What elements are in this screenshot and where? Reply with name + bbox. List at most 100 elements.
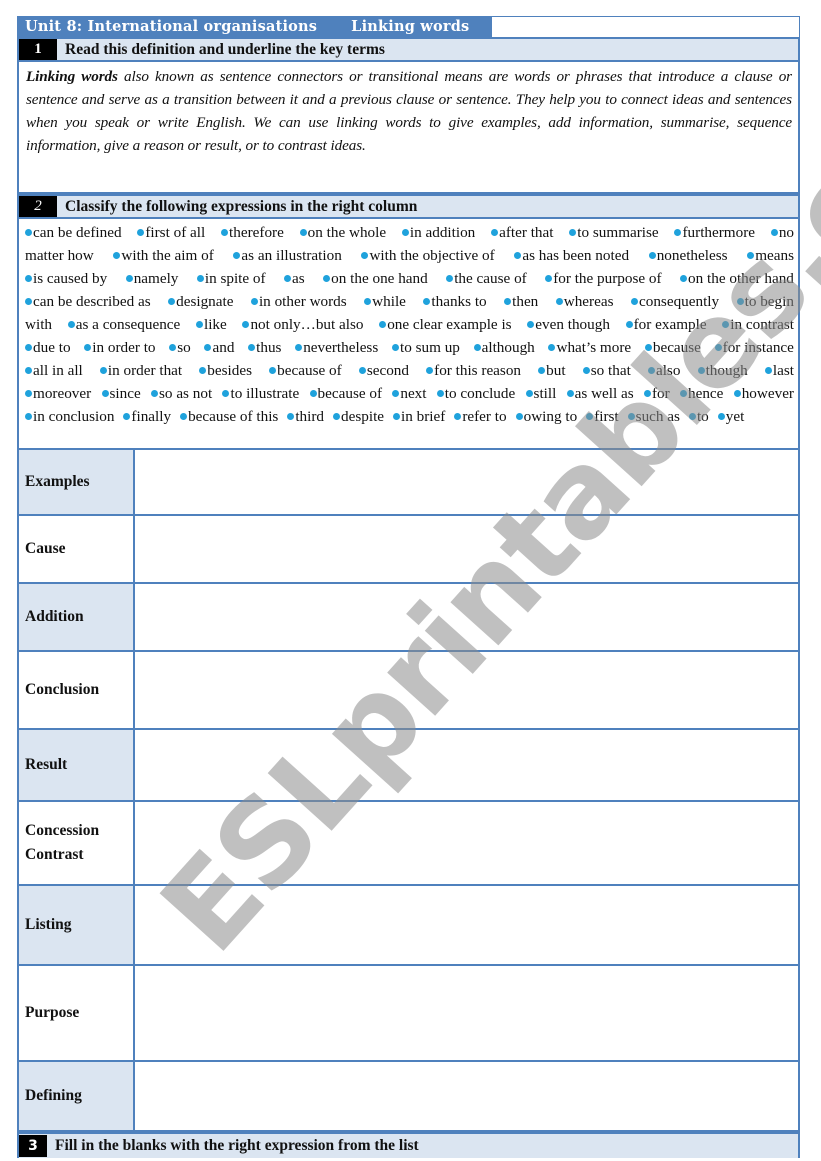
word-bank-text: to conclude <box>444 385 516 402</box>
bullet-icon <box>643 390 651 398</box>
bullet-icon <box>515 413 523 421</box>
word-bank-text: in contrast <box>730 316 794 333</box>
word-bank-item: even though <box>527 313 610 336</box>
word-bank-text: to <box>696 408 709 425</box>
word-bank-item: like <box>195 313 227 336</box>
word-bank-text: besides <box>207 362 253 379</box>
word-bank-item: for instance <box>714 336 794 359</box>
word-bank-item: to conclude <box>436 382 516 405</box>
table-row: Purpose <box>17 964 800 1062</box>
bullet-icon <box>309 390 317 398</box>
word-bank-text: even though <box>535 316 610 333</box>
word-bank-item: for the purpose of <box>545 267 662 290</box>
section-3-instruction: Fill in the blanks with the right expres… <box>55 1137 419 1154</box>
word-bank-text: in addition <box>409 224 476 241</box>
bullet-icon <box>364 298 372 306</box>
answer-cell[interactable] <box>133 884 800 966</box>
bullet-icon <box>733 390 741 398</box>
bullet-icon <box>242 321 250 329</box>
word-bank-text: so as not <box>159 385 213 402</box>
word-bank-item: on the other hand <box>680 267 794 290</box>
bullet-icon <box>25 298 32 306</box>
word-bank-text: moreover <box>33 385 92 402</box>
word-bank-text: on the whole <box>307 224 387 241</box>
word-bank-text: yet <box>725 408 745 425</box>
category-label: Conclusion <box>17 650 135 730</box>
answer-cell[interactable] <box>133 514 800 584</box>
table-row: Conclusion <box>17 650 800 730</box>
word-bank-item: first of all <box>137 221 205 244</box>
word-bank-item: not only…but also <box>242 313 364 336</box>
section-2-instruction: Classify the following expressions in th… <box>65 197 418 215</box>
bullet-icon <box>204 344 212 352</box>
word-bank-text: because of <box>317 385 383 402</box>
word-bank-text: owing to <box>523 408 578 425</box>
answer-cell[interactable] <box>133 964 800 1062</box>
word-bank-text: due to <box>33 339 71 356</box>
word-bank-text: like <box>203 316 227 333</box>
bullet-icon <box>113 252 121 260</box>
word-bank-text: one clear example is <box>387 316 512 333</box>
word-bank-item: second <box>358 359 409 382</box>
word-bank-item: whereas <box>555 290 614 313</box>
answer-cell[interactable] <box>133 582 800 652</box>
word-bank-item: can be described as <box>25 290 151 313</box>
bullet-icon <box>648 252 656 260</box>
bullet-icon <box>423 298 431 306</box>
word-bank-item: first <box>586 405 619 428</box>
bullet-icon <box>446 275 454 283</box>
bullet-icon <box>586 413 594 421</box>
word-bank-item: because <box>644 336 701 359</box>
word-bank-item: in other words <box>250 290 347 313</box>
word-bank-text: means <box>755 247 794 264</box>
word-bank-line: in conclusion finally because of this third… <box>25 405 794 428</box>
bullet-icon <box>697 367 705 375</box>
word-bank-text: designate <box>176 293 234 310</box>
word-bank-text: also <box>655 362 681 379</box>
word-bank-item: after that <box>491 221 553 244</box>
answer-cell[interactable] <box>133 1060 800 1132</box>
bullet-icon <box>401 229 409 237</box>
table-row: Cause <box>17 514 800 584</box>
category-label: Listing <box>17 884 135 966</box>
word-bank-text: in order that <box>107 362 183 379</box>
bullet-icon <box>287 413 295 421</box>
bullet-icon <box>764 367 772 375</box>
word-bank-text: although <box>481 339 535 356</box>
word-bank-item: for example <box>625 313 707 336</box>
answer-cell[interactable] <box>133 650 800 730</box>
section-1-instruction: Read this definition and underline the k… <box>65 40 385 58</box>
word-bank-item: can be defined <box>25 221 122 244</box>
word-bank-item: in order that <box>99 359 183 382</box>
bullet-icon <box>168 298 176 306</box>
word-bank-text: namely <box>133 270 179 287</box>
answer-cell[interactable] <box>133 728 800 802</box>
word-bank-text: because of this <box>188 408 279 425</box>
word-bank-text: is caused by <box>33 270 108 287</box>
word-bank-item: with <box>25 313 52 336</box>
word-bank-item: on the one hand <box>323 267 428 290</box>
bullet-icon <box>123 413 131 421</box>
word-bank-text: furthermore <box>682 224 756 241</box>
word-bank-item: to begin <box>736 290 794 313</box>
bullet-icon <box>25 390 32 398</box>
bullet-icon <box>84 344 92 352</box>
category-label-line: Contrast <box>25 846 84 863</box>
bullet-icon <box>717 413 725 421</box>
answer-cell[interactable] <box>133 800 800 886</box>
word-bank-text: in brief <box>401 408 446 425</box>
word-bank-text: to begin <box>744 293 794 310</box>
word-bank-item: means <box>747 244 794 267</box>
word-bank-item: nevertheless <box>295 336 378 359</box>
word-bank-item: nonetheless <box>648 244 728 267</box>
word-bank-item: but <box>538 359 566 382</box>
word-bank-text: can be described as <box>33 293 151 310</box>
bullet-icon <box>627 413 635 421</box>
word-bank-item: what’s more <box>548 336 631 359</box>
title-fill: Unit 8: International organisations Linki… <box>18 17 492 37</box>
definition-term: Linking words <box>26 68 118 85</box>
answer-cell[interactable] <box>133 448 800 516</box>
section-1-number: 1 <box>19 39 57 60</box>
word-bank-item: with the aim of <box>113 244 214 267</box>
category-label-line: Concession <box>25 822 100 839</box>
